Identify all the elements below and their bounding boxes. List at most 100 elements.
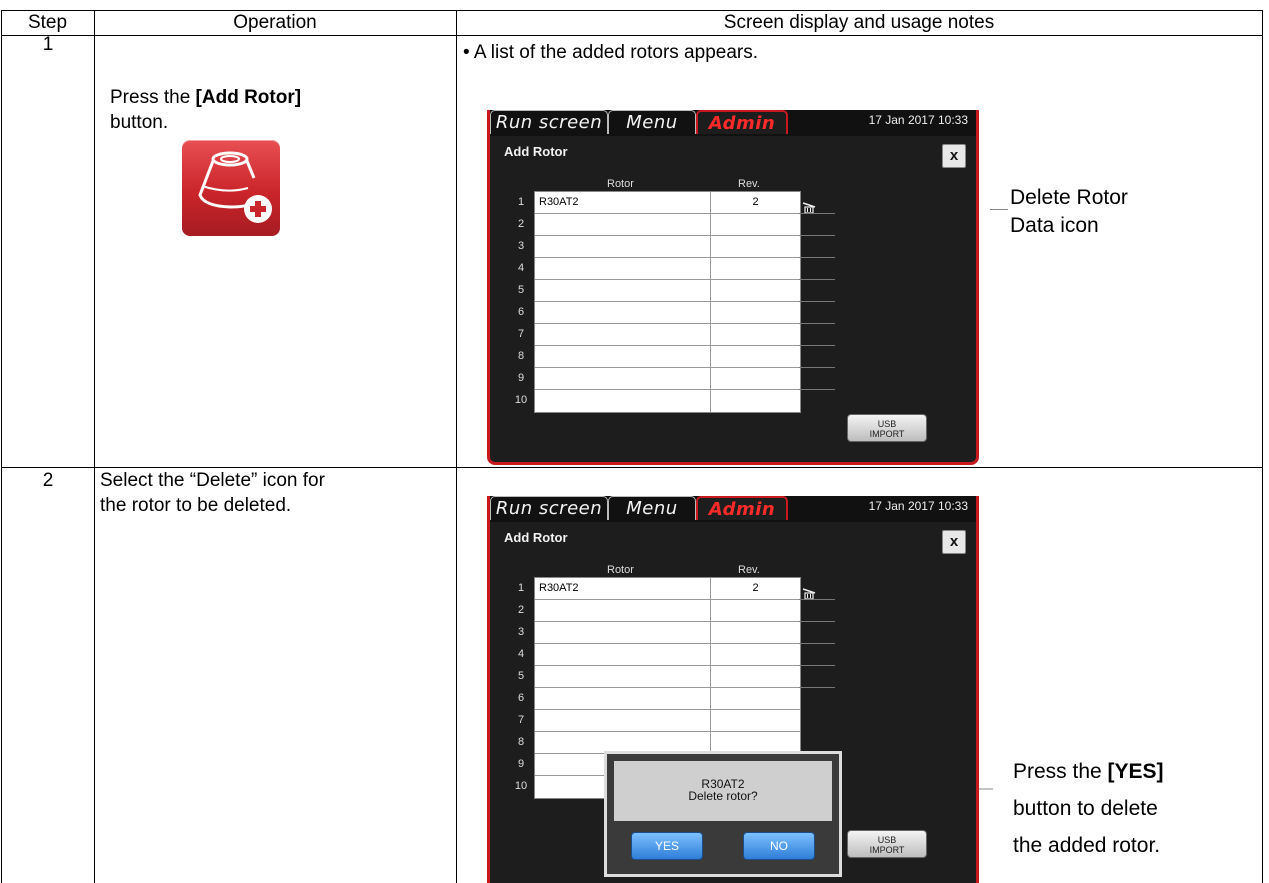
- step-2-callout-prefix: Press the: [1013, 760, 1108, 783]
- rev-cell: [711, 622, 800, 643]
- callout-pointer-1: [990, 209, 1008, 210]
- table-row[interactable]: [535, 390, 800, 412]
- panel-title: Add Rotor: [504, 144, 568, 159]
- table-row[interactable]: [535, 688, 800, 710]
- rotor-cell: [535, 368, 711, 389]
- rev-cell: 2: [752, 196, 759, 208]
- step-1-operation: Press the [Add Rotor] button.: [110, 85, 450, 135]
- table-row[interactable]: [535, 666, 800, 688]
- tab-run-screen[interactable]: Run screen: [490, 496, 608, 520]
- row-number: 7: [517, 328, 525, 340]
- no-button[interactable]: NO: [743, 832, 815, 860]
- rotor-cell: [535, 214, 711, 235]
- rotor-cell: [535, 732, 711, 753]
- row-number: 5: [517, 284, 525, 296]
- rev-cell: [711, 324, 800, 345]
- usb-import-button[interactable]: USB IMPORT: [847, 830, 927, 858]
- table-row[interactable]: [535, 236, 800, 258]
- step-2-operation: Select the “Delete” icon for the rotor t…: [100, 468, 452, 518]
- table-row[interactable]: [535, 302, 800, 324]
- delete-confirm-dialog: R30AT2 Delete rotor? YES NO: [604, 751, 842, 877]
- table-row[interactable]: [535, 600, 800, 622]
- usb-import-button[interactable]: USB IMPORT: [847, 414, 927, 442]
- column-header-rev: Rev.: [738, 564, 760, 576]
- step-1-callout: Delete Rotor Data icon: [1010, 184, 1128, 240]
- column-header-rev: Rev.: [738, 178, 760, 190]
- tab-run-screen[interactable]: Run screen: [490, 110, 608, 134]
- table-row[interactable]: R30AT2 2: [535, 578, 800, 600]
- table-row[interactable]: [535, 346, 800, 368]
- row-separator: [799, 279, 835, 280]
- rotor-cell: [535, 236, 711, 257]
- rotor-cell: [535, 622, 711, 643]
- table-row[interactable]: [535, 214, 800, 236]
- column-header-rotor: Rotor: [607, 178, 634, 190]
- row-number: 1: [517, 196, 525, 208]
- step-1-operation-suffix: button.: [110, 112, 169, 133]
- table-row[interactable]: [535, 622, 800, 644]
- usb-label: USB: [877, 835, 897, 845]
- row-separator: [799, 643, 835, 644]
- row-number: 6: [517, 692, 525, 704]
- row-number: 7: [517, 714, 525, 726]
- tab-menu[interactable]: Menu: [608, 110, 696, 134]
- row-separator: [799, 257, 835, 258]
- yes-button[interactable]: YES: [631, 832, 703, 860]
- rev-cell: [711, 214, 800, 235]
- table-row[interactable]: [535, 280, 800, 302]
- rotor-cell: R30AT2: [535, 578, 711, 599]
- row-number: 1: [517, 582, 525, 594]
- rotor-list: R30AT2 2: [534, 191, 801, 413]
- row-number: 8: [517, 350, 525, 362]
- rotor-cell: [535, 644, 711, 665]
- close-button[interactable]: x: [942, 144, 966, 168]
- add-rotor-screen-1: Run screen Menu Admin 17 Jan 2017 10:33 …: [487, 110, 979, 465]
- step-2-callout-line-3: the added rotor.: [1013, 834, 1161, 857]
- add-rotor-screen-2: Run screen Menu Admin 17 Jan 2017 10:33 …: [487, 496, 979, 883]
- delete-rotor-data-icon[interactable]: [801, 584, 817, 600]
- rev-cell: [711, 666, 800, 687]
- row-number: 3: [517, 626, 525, 638]
- tab-menu[interactable]: Menu: [608, 496, 696, 520]
- rev-cell: [711, 390, 800, 412]
- row-separator: [799, 235, 835, 236]
- table-row[interactable]: [535, 324, 800, 346]
- step-1-operation-bold: [Add Rotor]: [195, 87, 302, 108]
- tab-bar: Run screen Menu Admin 17 Jan 2017 10:33: [490, 110, 976, 136]
- delete-rotor-data-icon[interactable]: [801, 198, 817, 214]
- tab-admin[interactable]: Admin: [696, 110, 788, 134]
- rotor-cell: [535, 346, 711, 367]
- rev-cell: [711, 302, 800, 323]
- usb-label: USB: [877, 419, 897, 429]
- row-separator: [799, 621, 835, 622]
- row-separator: [799, 665, 835, 666]
- table-row[interactable]: R30AT2 2: [535, 192, 800, 214]
- row-number: 9: [517, 372, 525, 384]
- column-divider-1: [94, 10, 95, 883]
- step-2-number: 2: [42, 470, 54, 491]
- rotor-plus-icon: [198, 151, 272, 223]
- row-separator: [799, 599, 835, 600]
- rev-cell: [711, 710, 800, 731]
- rev-cell: [711, 280, 800, 301]
- row-number: 2: [517, 218, 525, 230]
- tab-admin[interactable]: Admin: [696, 496, 788, 520]
- row-separator: [799, 687, 835, 688]
- table-row[interactable]: [535, 258, 800, 280]
- rotor-cell: [535, 280, 711, 301]
- close-button[interactable]: x: [942, 530, 966, 554]
- step-1-callout-line-1: Delete Rotor: [1010, 186, 1128, 209]
- header-notes: Screen display and usage notes: [723, 12, 995, 33]
- step-2-callout: Press the [YES] button to delete the add…: [1013, 753, 1164, 864]
- table-row[interactable]: [535, 644, 800, 666]
- rotor-cell: [535, 688, 711, 709]
- table-row[interactable]: [535, 368, 800, 390]
- datetime-display: 17 Jan 2017 10:33: [868, 113, 968, 127]
- step-2-operation-line-2: the rotor to be deleted.: [100, 495, 292, 516]
- table-left-border: [1, 10, 2, 883]
- row-number: 10: [514, 780, 528, 792]
- rev-cell: [711, 236, 800, 257]
- table-row[interactable]: [535, 710, 800, 732]
- dialog-message: R30AT2 Delete rotor?: [614, 761, 832, 821]
- rev-cell: [711, 732, 800, 753]
